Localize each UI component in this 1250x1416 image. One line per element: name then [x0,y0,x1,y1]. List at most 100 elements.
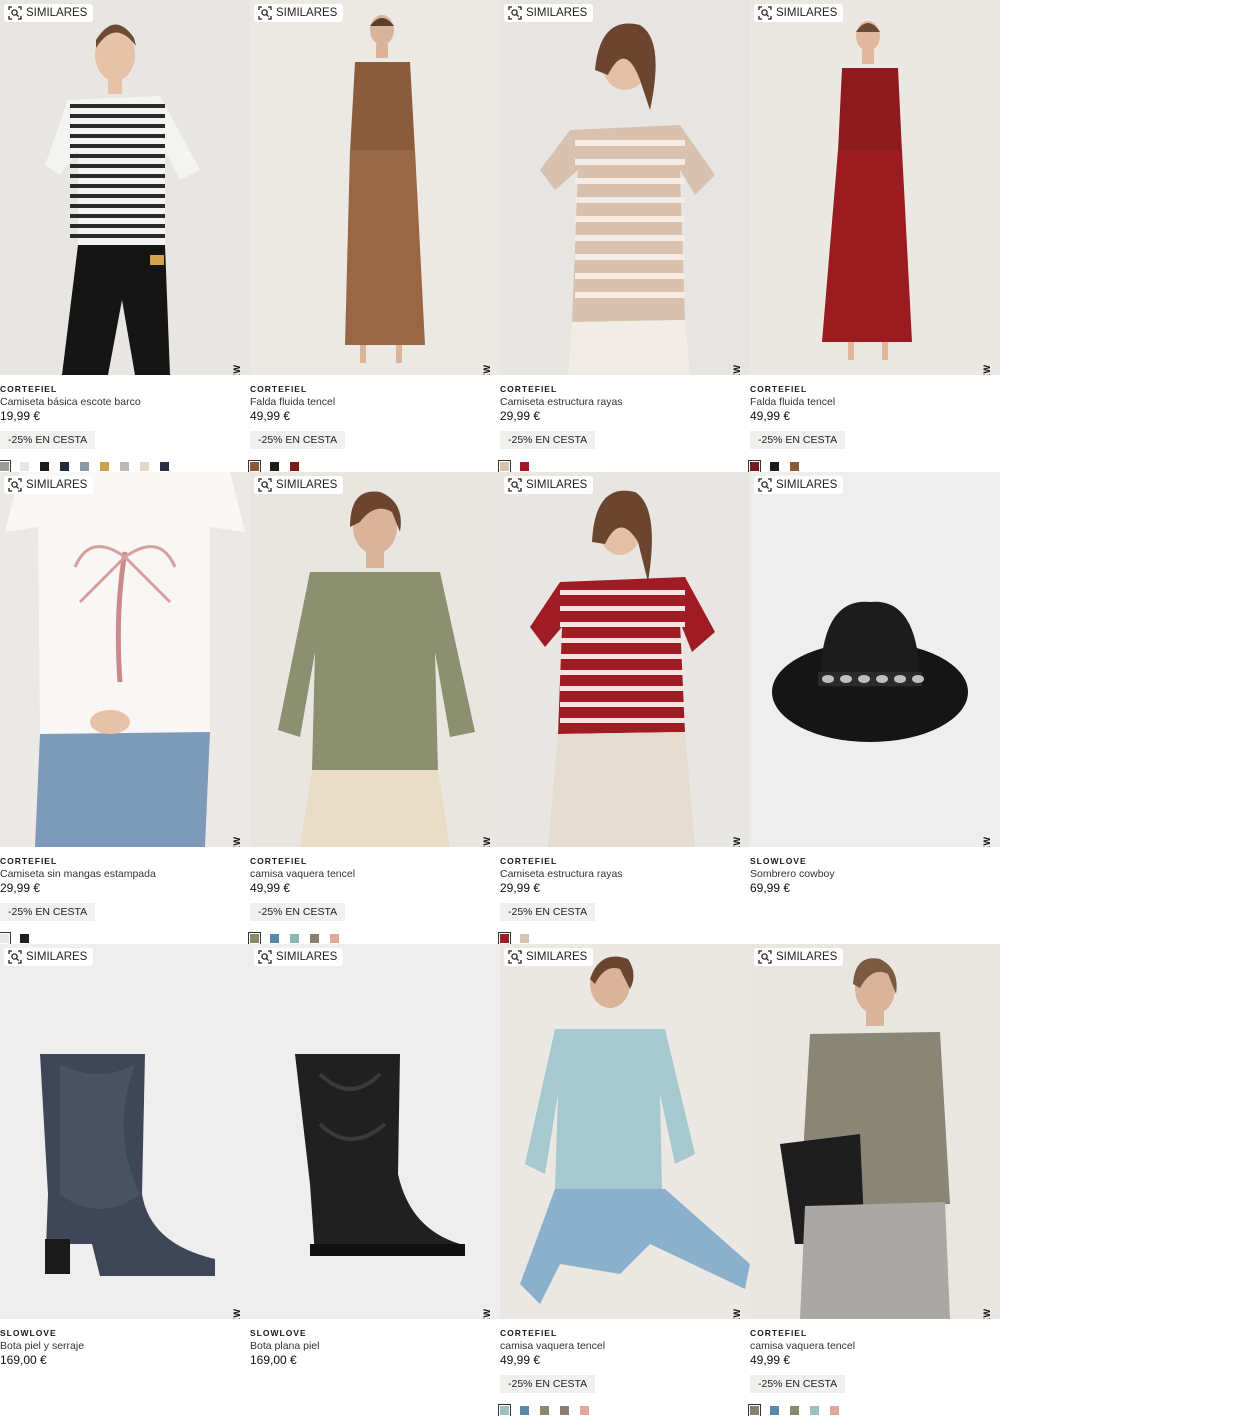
color-swatch[interactable] [270,934,279,943]
similar-button[interactable]: SIMILARES [754,948,844,966]
color-swatch[interactable] [80,462,89,471]
similar-label: SIMILARES [776,7,838,19]
color-swatch[interactable] [770,462,779,471]
similar-button[interactable]: SIMILARES [504,4,594,22]
similar-button[interactable]: SIMILARES [4,948,94,966]
color-swatch[interactable] [498,460,511,473]
promo-badge: -25% EN CESTA [0,903,96,921]
color-swatch[interactable] [0,932,11,945]
product-card[interactable]: SIMILARESNEWSLOWLOVESombrero cowboy69,99… [750,472,1000,944]
visual-search-icon [758,950,772,964]
similar-button[interactable]: SIMILARES [754,476,844,494]
product-info: SLOWLOVE Bota piel y serraje 169,00 € [0,1319,250,1416]
product-image[interactable]: SIMILARES NEW [250,472,500,847]
visual-search-icon [258,950,272,964]
product-name[interactable]: Camiseta básica escote barco [0,395,250,409]
color-swatch[interactable] [100,462,109,471]
product-card[interactable]: SIMILARESNEWCORTEFIELcamisa vaquera tenc… [248,472,500,945]
product-image[interactable]: SIMILARES NEW [750,0,1000,375]
product-image[interactable]: SIMILARES NEW [0,472,250,847]
product-name[interactable]: camisa vaquera tencel [500,1339,750,1353]
similar-button[interactable]: SIMILARES [254,476,344,494]
promo-badge: -25% EN CESTA [750,1375,846,1393]
similar-button[interactable]: SIMILARES [504,948,594,966]
product-name[interactable]: Bota plana piel [250,1339,500,1353]
color-swatch[interactable] [330,934,339,943]
product-photo [772,601,968,742]
color-swatch[interactable] [40,462,49,471]
product-brand: SLOWLOVE [750,856,807,866]
product-brand: CORTEFIEL [500,384,558,394]
new-badge: NEW [982,837,992,848]
color-swatch[interactable] [520,462,529,471]
product-card[interactable]: SIMILARESNEWCORTEFIELCamiseta sin mangas… [0,472,250,945]
product-name[interactable]: camisa vaquera tencel [250,867,500,881]
similar-button[interactable]: SIMILARES [254,948,344,966]
product-image[interactable]: SIMILARES NEW [250,944,500,1319]
color-swatch[interactable] [270,462,279,471]
product-image[interactable]: SIMILARES NEW [0,944,250,1319]
similar-button[interactable]: SIMILARES [254,4,344,22]
color-swatch[interactable] [20,934,29,943]
similar-button[interactable]: SIMILARES [504,476,594,494]
product-card[interactable]: SIMILARESNEW CORTEFIELCamiseta estructura… [498,0,750,473]
product-card[interactable]: SIMILARES NEW CORTEFIELCamiseta básica esc… [0,0,250,473]
visual-search-icon [8,478,22,492]
color-swatches [248,932,339,945]
color-swatch[interactable] [748,460,761,473]
promo-badge: -25% EN CESTA [250,903,346,921]
product-image[interactable]: SIMILARES NEW [250,0,500,375]
color-swatch[interactable] [60,462,69,471]
product-image[interactable]: SIMILARES NEW [750,944,1000,1319]
product-name[interactable]: Bota piel y serraje [0,1339,250,1353]
color-swatch[interactable] [520,934,529,943]
product-photo [40,1054,215,1276]
color-swatch[interactable] [120,462,129,471]
new-badge: NEW [982,365,992,376]
product-card[interactable]: SIMILARESNEWCORTEFIELcamisa vaquera tenc… [748,944,1000,1416]
product-price: 169,00 € [250,1353,297,1367]
product-image[interactable]: SIMILARES NEW [500,944,750,1319]
product-card[interactable]: SIMILARESNEW SLOWLOVEBota plana piel169,0… [250,944,500,1416]
product-card[interactable]: SIMILARESNEWCORTEFIELFalda fluida tencel… [248,0,500,473]
color-swatches [0,460,169,473]
promo-badge: -25% EN CESTA [500,431,596,449]
product-name[interactable]: Sombrero cowboy [750,867,1000,881]
product-price: 169,00 € [0,1353,47,1367]
product-name[interactable]: Camiseta sin mangas estampada [0,867,250,881]
color-swatch[interactable] [248,932,261,945]
product-image[interactable]: SIMILARES NEW [500,0,750,375]
color-swatch[interactable] [290,934,299,943]
product-card[interactable]: SIMILARESNEWCORTEFIELCamiseta estructura… [498,472,750,945]
color-swatch[interactable] [498,932,511,945]
product-card[interactable]: SIMILARESNEWCORTEFIELcamisa vaquera tenc… [498,944,750,1416]
color-swatch[interactable] [248,460,261,473]
similar-button[interactable]: SIMILARES [4,476,94,494]
product-name[interactable]: Camiseta estructura rayas [500,867,750,881]
color-swatch[interactable] [0,460,11,473]
product-name[interactable]: camisa vaquera tencel [750,1339,1000,1353]
new-badge: NEW [982,1309,992,1320]
product-price: 49,99 € [750,1353,791,1367]
color-swatch[interactable] [290,462,299,471]
product-name[interactable]: Falda fluida tencel [250,395,500,409]
product-image[interactable]: SIMILARES NEW [0,0,250,375]
product-photo [780,958,950,1319]
product-card[interactable]: SIMILARESNEWSLOWLOVEBota piel y serraje1… [0,944,250,1416]
product-price: 29,99 € [500,881,541,895]
color-swatch[interactable] [160,462,169,471]
similar-button[interactable]: SIMILARES [4,4,94,22]
product-brand: SLOWLOVE [250,1328,307,1338]
product-name[interactable]: Camiseta estructura rayas [500,395,750,409]
new-badge: NEW [232,365,242,376]
product-brand: CORTEFIEL [0,384,58,394]
color-swatch[interactable] [310,934,319,943]
similar-button[interactable]: SIMILARES [754,4,844,22]
product-image[interactable]: SIMILARES NEW [500,472,750,847]
color-swatch[interactable] [790,462,799,471]
product-name[interactable]: Falda fluida tencel [750,395,1000,409]
color-swatch[interactable] [140,462,149,471]
color-swatch[interactable] [20,462,29,471]
product-image[interactable]: SIMILARES NEW [750,472,1000,847]
product-card[interactable]: SIMILARESNEWCORTEFIELFalda fluida tencel… [748,0,1000,473]
